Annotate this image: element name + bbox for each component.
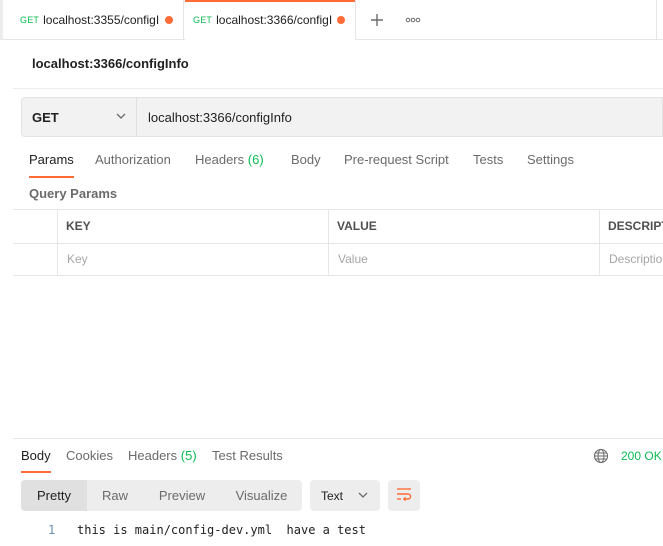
tab-strip-edge bbox=[0, 0, 3, 40]
tab-authorization[interactable]: Authorization bbox=[95, 152, 171, 178]
request-tab-2[interactable]: GET localhost:3366/configI bbox=[185, 0, 356, 40]
url-input[interactable]: localhost:3366/configInfo bbox=[148, 98, 292, 136]
plus-icon[interactable] bbox=[364, 6, 390, 34]
row-divider bbox=[13, 243, 663, 244]
tab-headers[interactable]: Headers (6) bbox=[195, 152, 264, 178]
view-pretty-button[interactable]: Pretty bbox=[21, 480, 87, 511]
chevron-down-icon bbox=[358, 489, 368, 501]
method-label: GET bbox=[32, 109, 59, 125]
tab-params[interactable]: Params bbox=[29, 152, 74, 178]
response-tab-cookies[interactable]: Cookies bbox=[66, 448, 113, 473]
format-label: Text bbox=[321, 488, 344, 503]
tab-headers-label: Headers bbox=[195, 152, 245, 167]
status-badge[interactable]: 200 OK bbox=[621, 449, 662, 463]
request-tab-1[interactable]: GET localhost:3355/configI bbox=[12, 0, 184, 40]
description-input[interactable]: Descriptio bbox=[609, 252, 662, 266]
wrap-lines-icon bbox=[396, 487, 412, 504]
key-input[interactable]: Key bbox=[67, 252, 88, 266]
unsaved-dot-icon bbox=[165, 16, 173, 24]
view-raw-button[interactable]: Raw bbox=[87, 480, 143, 511]
format-select[interactable]: Text bbox=[310, 480, 380, 511]
tab-body[interactable]: Body bbox=[291, 152, 321, 178]
column-header-value: VALUE bbox=[337, 219, 377, 233]
tab-strip-divider bbox=[656, 0, 657, 40]
column-header-description: DESCRIPT bbox=[608, 219, 663, 233]
query-params-label: Query Params bbox=[29, 186, 118, 201]
tab-title: localhost:3366/configI bbox=[216, 13, 333, 27]
wrap-lines-button[interactable] bbox=[388, 480, 420, 511]
tab-tests[interactable]: Tests bbox=[473, 152, 503, 178]
view-visualize-button[interactable]: Visualize bbox=[221, 480, 302, 511]
view-mode-selector: Pretty Raw Preview Visualize bbox=[21, 480, 302, 511]
tab-headers-count: (6) bbox=[247, 152, 264, 167]
response-body-text[interactable]: this is main/config-dev.yml have a test bbox=[77, 523, 366, 537]
tab-method: GET bbox=[193, 15, 213, 25]
response-headers-label: Headers bbox=[128, 448, 178, 463]
request-name[interactable]: localhost:3366/configInfo bbox=[32, 56, 189, 71]
line-number: 1 bbox=[48, 523, 56, 537]
chevron-down-icon bbox=[116, 110, 126, 122]
tab-title: localhost:3355/configI bbox=[43, 13, 160, 27]
response-headers-count: (5) bbox=[180, 448, 197, 463]
response-divider bbox=[13, 438, 663, 439]
value-input[interactable]: Value bbox=[338, 252, 368, 266]
response-tab-body[interactable]: Body bbox=[21, 448, 51, 473]
ellipsis-icon[interactable] bbox=[400, 6, 426, 34]
method-select[interactable]: GET bbox=[22, 98, 137, 136]
response-tab-test-results[interactable]: Test Results bbox=[212, 448, 283, 473]
unsaved-dot-icon bbox=[337, 16, 345, 24]
column-header-key: KEY bbox=[66, 219, 91, 233]
response-tab-headers[interactable]: Headers (5) bbox=[128, 448, 197, 473]
url-bar: GET localhost:3366/configInfo bbox=[21, 97, 663, 137]
tab-method: GET bbox=[20, 15, 40, 25]
globe-icon[interactable] bbox=[593, 448, 609, 464]
response-code-line: 1 this is main/config-dev.yml have a tes… bbox=[0, 523, 663, 541]
view-preview-button[interactable]: Preview bbox=[143, 480, 221, 511]
header-divider bbox=[13, 88, 663, 89]
query-params-table: KEY VALUE DESCRIPT Key Value Descriptio bbox=[13, 209, 663, 276]
tab-strip: GET localhost:3355/configI GET localhost… bbox=[0, 0, 663, 40]
tab-pre-request-script[interactable]: Pre-request Script bbox=[344, 152, 449, 178]
tab-settings[interactable]: Settings bbox=[527, 152, 574, 178]
